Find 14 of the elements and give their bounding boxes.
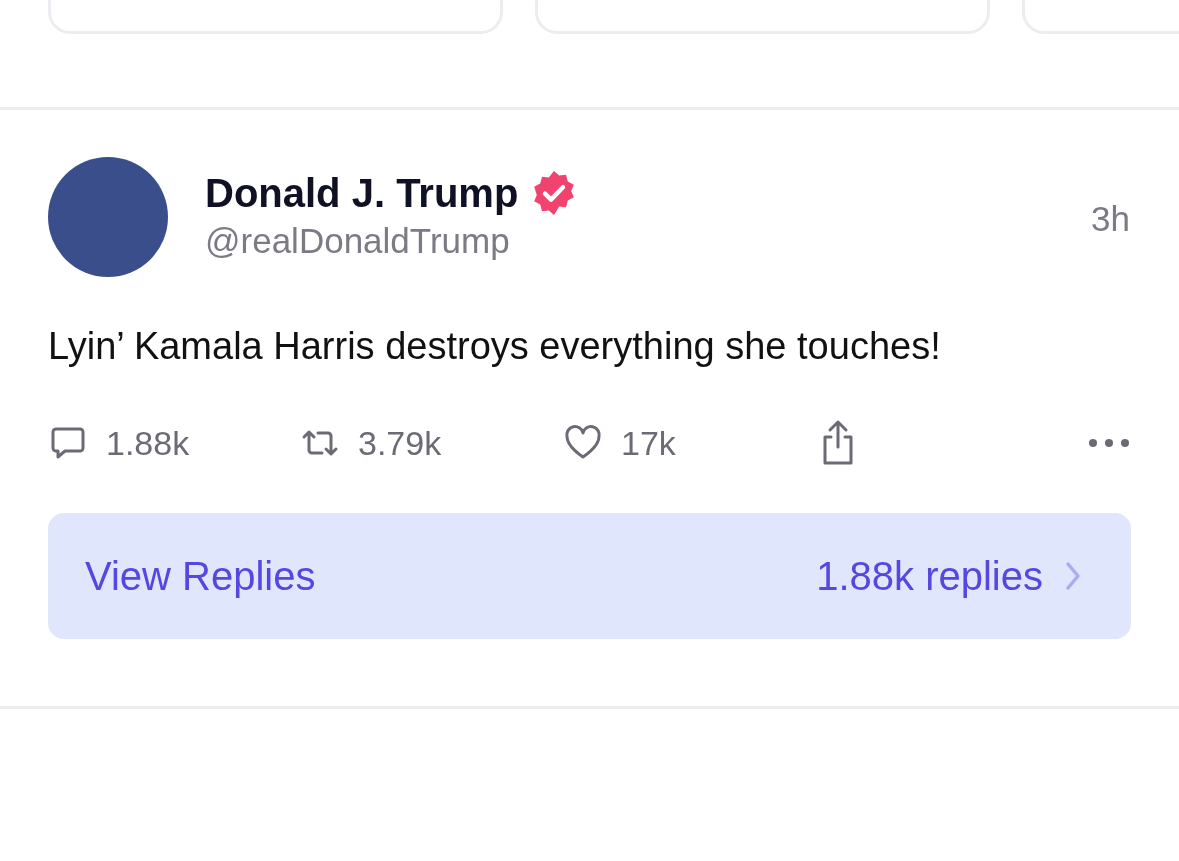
replies-count[interactable]: 1.88k replies xyxy=(816,553,1043,599)
post-text: Lyin’ Kamala Harris destroys everything she touches! xyxy=(48,324,942,369)
more-icon[interactable] xyxy=(1087,437,1131,449)
like-button[interactable]: 17k xyxy=(563,423,818,463)
reply-button[interactable]: 1.88k xyxy=(48,423,300,463)
post-time: 3h xyxy=(1091,198,1131,239)
count-label: 3.79k xyxy=(358,423,442,463)
chevron-icon xyxy=(1065,561,1081,591)
author-handle[interactable]: @realDonaldTrump xyxy=(205,221,1092,261)
view-replies-link[interactable]: View Replies xyxy=(85,553,316,599)
count-label: 17k xyxy=(621,423,676,463)
count-label: 1.88k xyxy=(106,423,190,463)
author-name[interactable]: Donald J. Trump xyxy=(205,170,519,216)
repost-button[interactable]: 3.79k xyxy=(300,423,563,463)
